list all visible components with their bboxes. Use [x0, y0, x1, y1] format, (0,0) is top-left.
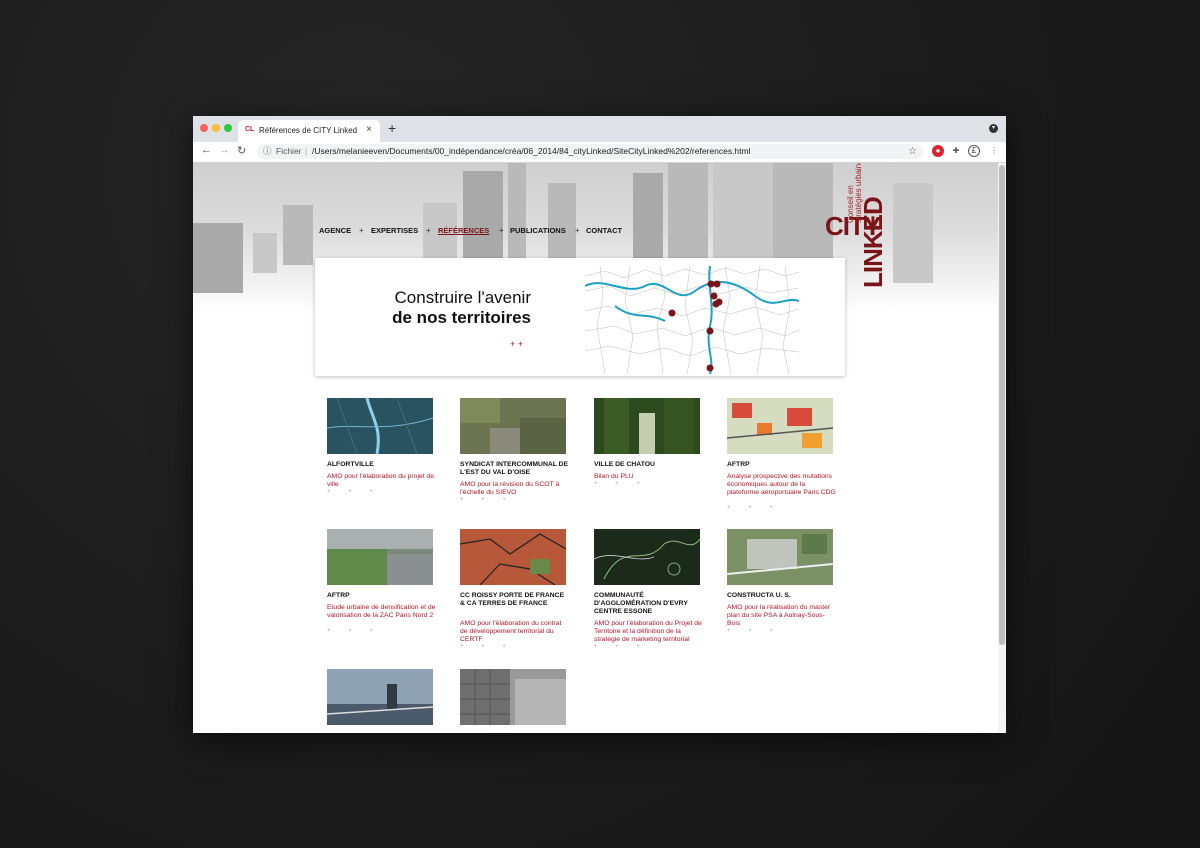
- tab-search-icon[interactable]: ▾: [989, 124, 998, 133]
- nav-separator: +: [575, 226, 580, 235]
- nav-contact[interactable]: CONTACT: [586, 226, 622, 235]
- nav-separator: +: [499, 226, 504, 235]
- minimize-window-button[interactable]: [212, 124, 220, 132]
- address-url[interactable]: /Users/melanieeven/Documents/00_indépend…: [312, 144, 751, 159]
- reference-thumbnail[interactable]: [460, 669, 566, 725]
- puzzle-icon[interactable]: ✚: [950, 145, 962, 157]
- reference-title: SYNDICAT INTERCOMMUNAL DE L'EST DU VAL D…: [460, 461, 569, 476]
- reference-plus: + + +: [460, 497, 514, 503]
- browser-window: CL Références de CITY Linked × + ▾ ← → ↻…: [193, 116, 1006, 733]
- reference-title: CONSTRUCTA U. S.: [727, 592, 791, 599]
- forward-icon[interactable]: →: [219, 144, 230, 156]
- reference-plus: + + +: [460, 644, 514, 650]
- reference-description: Analyse prospective des mutations économ…: [727, 473, 836, 496]
- reference-thumbnail[interactable]: [727, 398, 833, 454]
- address-bar[interactable]: ⓘ Fichier | /Users/melanieeven/Documents…: [257, 144, 923, 159]
- reference-plus: + + +: [594, 481, 648, 487]
- reference-title: VILLE DE CHATOU: [594, 461, 655, 468]
- reference-description: AMO pour l'élaboration du contrat de dév…: [460, 620, 562, 643]
- nav-expertises[interactable]: EXPERTISES: [371, 226, 418, 235]
- reference-thumbnail[interactable]: [327, 398, 433, 454]
- nav-separator: +: [359, 226, 364, 235]
- browser-tab[interactable]: CL Références de CITY Linked ×: [238, 120, 380, 142]
- nav-references[interactable]: RÉFÉRENCES: [438, 226, 489, 235]
- tab-bar: CL Références de CITY Linked × + ▾: [193, 116, 1006, 142]
- zoom-window-button[interactable]: [224, 124, 232, 132]
- reference-thumbnail[interactable]: [594, 529, 700, 585]
- tab-close-icon[interactable]: ×: [366, 124, 372, 135]
- reference-title: ALFORTVILLE: [327, 461, 374, 468]
- profile-icon[interactable]: £: [968, 145, 980, 157]
- reference-thumbnail[interactable]: [594, 398, 700, 454]
- banner-line-2: de nos territoires: [392, 308, 531, 327]
- nav-agence[interactable]: AGENCE: [319, 226, 351, 235]
- reference-description: Etude urbaine de densification et de val…: [327, 604, 436, 619]
- reference-plus: + + +: [594, 644, 648, 650]
- territory-map: [585, 266, 799, 374]
- reference-plus: + + +: [327, 628, 381, 634]
- banner-plus: + +: [510, 339, 524, 349]
- menu-icon[interactable]: ⋮: [988, 145, 1000, 157]
- reference-title: AFTRP: [327, 592, 350, 599]
- reference-title: AFTRP: [727, 461, 750, 468]
- reference-title: COMMUNAUTÉ D'AGGLOMÉRATION D'EVRY CENTRE…: [594, 592, 688, 615]
- reference-thumbnail[interactable]: [727, 529, 833, 585]
- reference-description: AMO pour l'élaboration du Projet de Terr…: [594, 620, 702, 643]
- reference-description: Bilan du PLU: [594, 473, 634, 480]
- address-scheme: Fichier: [276, 146, 302, 156]
- nav-separator: +: [426, 226, 431, 235]
- bookmark-star-icon[interactable]: ☆: [908, 144, 917, 159]
- reference-description: AMO pour la réalisation du master plan d…: [727, 604, 831, 627]
- reference-plus: + + +: [327, 489, 381, 495]
- reference-plus: + + +: [727, 628, 781, 634]
- logo-tagline: Conseil en stratégies urbaines: [846, 163, 863, 223]
- reference-thumbnail[interactable]: [460, 398, 566, 454]
- favicon-icon: CL: [245, 126, 255, 133]
- reference-title: CC ROISSY PORTE DE FRANCE & CA TERRES DE…: [460, 592, 565, 607]
- address-divider: |: [305, 146, 308, 156]
- reference-thumbnail[interactable]: [327, 529, 433, 585]
- hero-banner: Construire l'avenir de nos territoires +…: [315, 258, 845, 376]
- new-tab-button[interactable]: +: [388, 120, 396, 136]
- reference-thumbnail[interactable]: [460, 529, 566, 585]
- info-icon[interactable]: ⓘ: [263, 144, 272, 159]
- page-content: AGENCE + EXPERTISES + RÉFÉRENCES + PUBLI…: [193, 163, 998, 733]
- banner-line-1: Construire l'avenir: [394, 288, 531, 307]
- reload-icon[interactable]: ↻: [237, 144, 246, 157]
- tab-title: Références de CITY Linked: [259, 126, 358, 135]
- reference-plus: + + +: [727, 505, 781, 511]
- close-window-button[interactable]: [200, 124, 208, 132]
- nav-publications[interactable]: PUBLICATIONS: [510, 226, 566, 235]
- toolbar: ← → ↻ ⓘ Fichier | /Users/melanieeven/Doc…: [193, 142, 1006, 163]
- reference-description: AMO pour la révision du SCOT à l'échelle…: [460, 481, 560, 496]
- reference-description: AMO pour l'élaboration du projet de vill…: [327, 473, 435, 488]
- page-scrollbar[interactable]: [998, 163, 1006, 733]
- extension-icon[interactable]: ●: [932, 145, 944, 157]
- back-icon[interactable]: ←: [201, 144, 212, 156]
- scrollbar-thumb[interactable]: [999, 165, 1005, 645]
- reference-thumbnail[interactable]: [327, 669, 433, 725]
